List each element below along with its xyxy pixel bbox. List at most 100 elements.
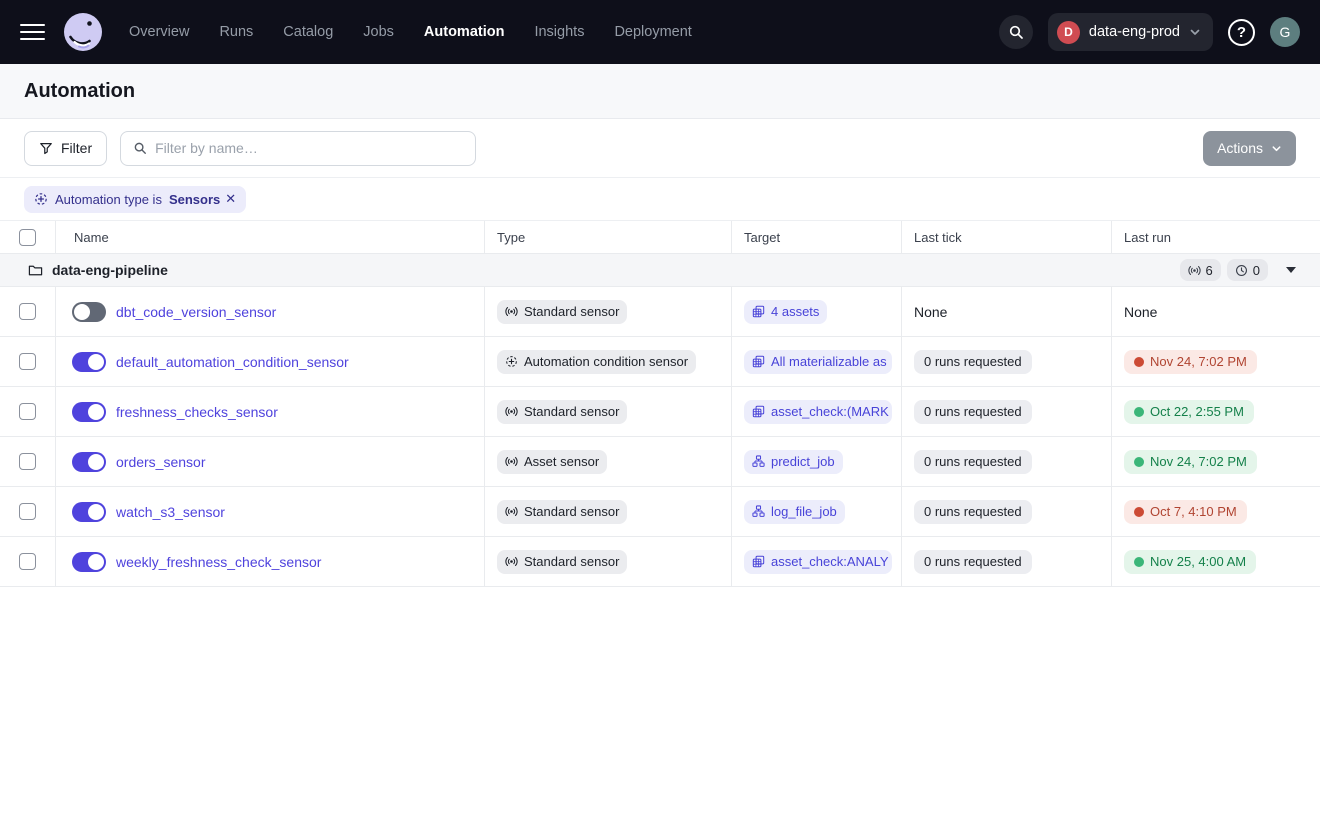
asset-icon <box>752 405 765 418</box>
last-run-badge[interactable]: Oct 22, 2:55 PM <box>1124 400 1254 424</box>
row-checkbox[interactable] <box>19 403 36 420</box>
last-tick-badge-label: 0 runs requested <box>924 454 1022 469</box>
target-badge[interactable]: log_file_job <box>744 500 845 524</box>
deployment-name: data-eng-prod <box>1089 24 1180 40</box>
clock-icon <box>1235 264 1248 277</box>
column-header-last-run: Last run <box>1112 221 1320 253</box>
sensor-toggle[interactable] <box>72 552 106 572</box>
nav-item-insights[interactable]: Insights <box>534 24 584 40</box>
nav-item-catalog[interactable]: Catalog <box>283 24 333 40</box>
sensor-type-badge: Asset sensor <box>497 450 607 474</box>
sensor-name-link[interactable]: orders_sensor <box>116 454 206 470</box>
target-badge-label: log_file_job <box>771 504 837 519</box>
dagster-logo-icon[interactable] <box>63 12 103 52</box>
chevron-down-icon <box>1271 143 1282 154</box>
nav-item-automation[interactable]: Automation <box>424 24 505 40</box>
help-button[interactable]: ? <box>1228 19 1255 46</box>
sensor-toggle[interactable] <box>72 352 106 372</box>
collapse-caret-icon[interactable] <box>1286 267 1296 273</box>
target-badge[interactable]: asset_check:(MARK <box>744 400 892 424</box>
sensor-name-link[interactable]: default_automation_condition_sensor <box>116 354 349 370</box>
global-search-button[interactable] <box>999 15 1033 49</box>
last-run-badge[interactable]: Oct 7, 4:10 PM <box>1124 500 1247 524</box>
column-header-last-tick: Last tick <box>902 221 1112 253</box>
table-header: Name Type Target Last tick Last run <box>0 221 1320 254</box>
target-badge-label: asset_check:ANALY <box>771 554 889 569</box>
target-badge-label: asset_check:(MARK <box>771 404 889 419</box>
filter-button-label: Filter <box>61 140 92 156</box>
target-badge-label: All materializable as <box>771 354 887 369</box>
table-row: weekly_freshness_check_sensor Standard s… <box>0 537 1320 587</box>
sensor-toggle[interactable] <box>72 302 106 322</box>
last-run-badge-label: Oct 7, 4:10 PM <box>1150 504 1237 519</box>
row-checkbox[interactable] <box>19 303 36 320</box>
sensor-type-badge: Automation condition sensor <box>497 350 696 374</box>
last-run-badge[interactable]: Nov 24, 7:02 PM <box>1124 350 1257 374</box>
target-badge[interactable]: predict_job <box>744 450 843 474</box>
toggle-knob <box>88 454 104 470</box>
sensor-toggle[interactable] <box>72 452 106 472</box>
nav-links: Overview Runs Catalog Jobs Automation Insight… <box>129 24 692 40</box>
search-icon <box>133 141 147 155</box>
sensor-name-link[interactable]: weekly_freshness_check_sensor <box>116 554 321 570</box>
user-avatar[interactable]: G <box>1270 17 1300 47</box>
hamburger-menu-icon[interactable] <box>20 24 45 41</box>
row-checkbox[interactable] <box>19 453 36 470</box>
automation-condition-icon <box>34 192 48 206</box>
last-run-badge[interactable]: Nov 24, 7:02 PM <box>1124 450 1257 474</box>
sensor-name-link[interactable]: watch_s3_sensor <box>116 504 225 520</box>
funnel-icon <box>39 141 53 155</box>
last-run-badge-label: Nov 24, 7:02 PM <box>1150 454 1247 469</box>
target-badge-label: 4 assets <box>771 304 819 319</box>
sensor-toggle[interactable] <box>72 502 106 522</box>
asset-icon <box>752 355 765 368</box>
sensor-icon <box>505 405 518 418</box>
actions-button[interactable]: Actions <box>1203 131 1296 166</box>
automation-table: Name Type Target Last tick Last run data… <box>0 221 1320 587</box>
nav-item-deployment[interactable]: Deployment <box>614 24 691 40</box>
sensor-type-badge: Standard sensor <box>497 400 627 424</box>
code-location-name: data-eng-pipeline <box>52 262 168 278</box>
row-checkbox[interactable] <box>19 503 36 520</box>
column-header-type: Type <box>485 221 732 253</box>
row-checkbox[interactable] <box>19 353 36 370</box>
job-icon <box>752 455 765 468</box>
filter-chip-prefix: Automation type is <box>55 192 162 207</box>
sensor-name-link[interactable]: freshness_checks_sensor <box>116 404 278 420</box>
toolbar: Filter Actions <box>0 119 1320 178</box>
name-filter-box <box>120 131 476 166</box>
last-tick-badge: 0 runs requested <box>914 550 1032 574</box>
last-run-badge[interactable]: Nov 25, 4:00 AM <box>1124 550 1256 574</box>
name-filter-input[interactable] <box>155 140 463 156</box>
active-filters-row: Automation type is Sensors ✕ <box>0 178 1320 221</box>
nav-item-jobs[interactable]: Jobs <box>363 24 394 40</box>
target-badge[interactable]: All materializable as <box>744 350 892 374</box>
target-badge[interactable]: asset_check:ANALY <box>744 550 892 574</box>
last-tick-badge: 0 runs requested <box>914 450 1032 474</box>
table-body: dbt_code_version_sensor Standard sensor … <box>0 287 1320 587</box>
sensor-type-badge-label: Standard sensor <box>524 404 619 419</box>
automation-icon <box>505 355 518 368</box>
deployment-badge: D <box>1057 21 1080 44</box>
sensor-icon <box>505 305 518 318</box>
remove-filter-icon[interactable]: ✕ <box>225 191 236 207</box>
last-run-badge-label: Nov 24, 7:02 PM <box>1150 354 1247 369</box>
table-row: dbt_code_version_sensor Standard sensor … <box>0 287 1320 337</box>
schedule-count-badge: 0 <box>1227 259 1268 281</box>
deployment-switcher[interactable]: D data-eng-prod <box>1048 13 1213 51</box>
nav-item-overview[interactable]: Overview <box>129 24 189 40</box>
row-checkbox[interactable] <box>19 553 36 570</box>
target-badge-label: predict_job <box>771 454 835 469</box>
target-badge[interactable]: 4 assets <box>744 300 827 324</box>
select-all-checkbox[interactable] <box>19 229 36 246</box>
run-status-dot-icon <box>1134 457 1144 467</box>
run-status-dot-icon <box>1134 507 1144 517</box>
nav-item-runs[interactable]: Runs <box>219 24 253 40</box>
help-icon: ? <box>1237 24 1246 41</box>
sensor-toggle[interactable] <box>72 402 106 422</box>
toggle-knob <box>88 504 104 520</box>
code-location-group-row[interactable]: data-eng-pipeline 6 0 <box>0 254 1320 287</box>
column-header-target: Target <box>732 221 902 253</box>
filter-button[interactable]: Filter <box>24 131 107 166</box>
sensor-name-link[interactable]: dbt_code_version_sensor <box>116 304 276 320</box>
